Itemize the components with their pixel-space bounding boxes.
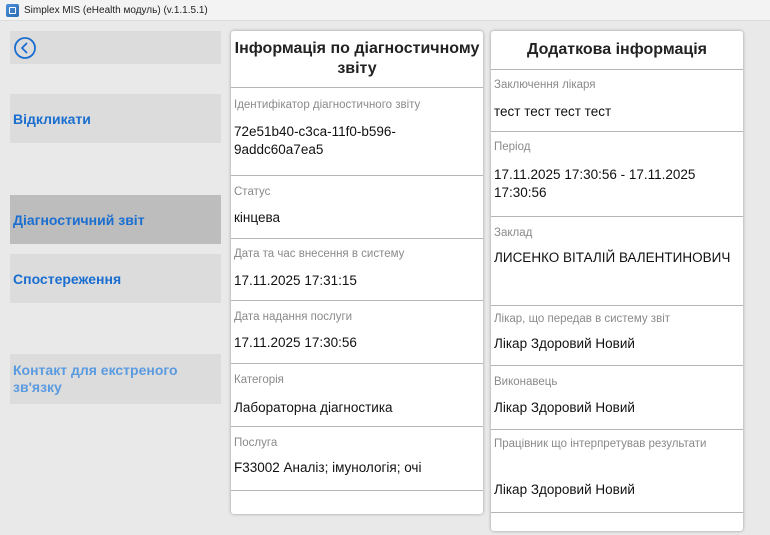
sidebar-item-observations[interactable]: Спостереження xyxy=(10,254,221,303)
report-field-id: Ідентифікатор діагностичного звіту 72e51… xyxy=(231,88,483,176)
report-field-service-date: Дата надання послуги 17.11.2025 17:30:56 xyxy=(231,301,483,364)
sidebar-item-label: Діагностичний звіт xyxy=(13,211,145,228)
panel-title: Додаткова інформація xyxy=(491,31,743,70)
sidebar-item-revoke[interactable]: Відкликати xyxy=(10,94,221,143)
field-value: 17.11.2025 17:30:56 xyxy=(234,335,357,350)
panel-title-text: Додаткова інформація xyxy=(527,41,707,58)
field-value: 17.11.2025 17:30:56 - 17.11.2025 17:30:5… xyxy=(494,167,696,200)
field-label: Дата та час внесення в систему xyxy=(234,248,405,260)
report-field-category: Категорія Лабораторна діагностика xyxy=(231,364,483,427)
field-value: 17.11.2025 17:31:15 xyxy=(234,273,357,288)
sidebar: Відкликати Діагностичний звіт Спостереже… xyxy=(0,21,230,535)
sidebar-item-label: Відкликати xyxy=(13,110,91,127)
arrow-left-circle-icon[interactable] xyxy=(13,36,37,60)
sidebar-item-label: Контакт для екстреного зв'язку xyxy=(13,362,178,395)
report-field-entry-datetime: Дата та час внесення в систему 17.11.202… xyxy=(231,239,483,301)
field-label: Заклад xyxy=(494,227,533,239)
field-value: F33002 Аналіз; імунологія; очі xyxy=(234,460,422,475)
diagnostic-report-panel: Інформація по діагностичному звіту Ідент… xyxy=(231,31,483,514)
back-button[interactable] xyxy=(10,31,221,64)
field-label: Заключення лікаря xyxy=(494,79,596,91)
field-value: ЛИСЕНКО ВІТАЛІЙ ВАЛЕНТИНОВИЧ xyxy=(494,250,731,265)
field-value: Лікар Здоровий Новий xyxy=(494,482,635,497)
app-icon xyxy=(6,3,19,17)
field-label: Ідентифікатор діагностичного звіту xyxy=(234,99,421,111)
additional-field-interpreter: Працівник що інтерпретував результати Лі… xyxy=(491,430,743,513)
additional-field-performer: Виконавець Лікар Здоровий Новий xyxy=(491,366,743,430)
field-value: Лікар Здоровий Новий xyxy=(494,400,635,415)
field-value: 72e51b40-c3ca-11f0-b596-9addc60a7ea5 xyxy=(234,124,396,157)
title-bar: Simplex MIS (eHealth модуль) (v.1.1.5.1) xyxy=(0,0,770,21)
additional-field-period: Період 17.11.2025 17:30:56 - 17.11.2025 … xyxy=(491,132,743,217)
field-value: кінцева xyxy=(234,210,280,225)
additional-field-submitting-doctor: Лікар, що передав в систему звіт Лікар З… xyxy=(491,306,743,366)
sidebar-item-emergency-contact[interactable]: Контакт для екстреного зв'язку xyxy=(10,354,221,404)
report-field-service: Послуга F33002 Аналіз; імунологія; очі xyxy=(231,427,483,491)
additional-info-panel: Додаткова інформація Заключення лікаря т… xyxy=(491,31,743,531)
field-label: Дата надання послуги xyxy=(234,311,353,323)
additional-field-doctor-conclusion: Заключення лікаря тест тест тест тест xyxy=(491,70,743,132)
field-label: Виконавець xyxy=(494,376,558,388)
field-value: тест тест тест тест xyxy=(494,104,612,119)
field-label: Працівник що інтерпретував результати xyxy=(494,438,707,450)
field-label: Лікар, що передав в систему звіт xyxy=(494,313,671,325)
field-value: Лабораторна діагностика xyxy=(234,400,393,415)
window-title: Simplex MIS (eHealth модуль) (v.1.1.5.1) xyxy=(24,4,208,16)
sidebar-item-label: Спостереження xyxy=(13,270,122,287)
panel-title: Інформація по діагностичному звіту xyxy=(231,31,483,88)
field-label: Статус xyxy=(234,186,271,198)
field-value: Лікар Здоровий Новий xyxy=(494,336,635,351)
field-label: Період xyxy=(494,141,531,153)
additional-field-facility: Заклад ЛИСЕНКО ВІТАЛІЙ ВАЛЕНТИНОВИЧ xyxy=(491,217,743,306)
panel-title-text: Інформація по діагностичному звіту xyxy=(234,40,480,77)
field-label: Послуга xyxy=(234,437,278,449)
sidebar-item-diagnostic-report[interactable]: Діагностичний звіт xyxy=(10,195,221,244)
field-label: Категорія xyxy=(234,374,284,386)
report-field-status: Статус кінцева xyxy=(231,176,483,239)
